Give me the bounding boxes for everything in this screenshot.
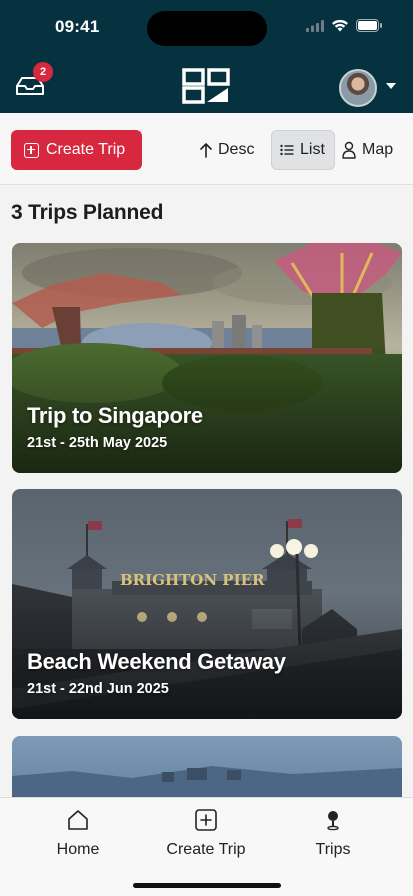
create-trip-button[interactable]: Create Trip — [11, 130, 142, 170]
battery-icon — [356, 19, 382, 32]
nav-home-label: Home — [56, 841, 100, 858]
chevron-down-icon[interactable] — [386, 83, 396, 89]
list-icon — [280, 144, 294, 156]
trip-toolbar: Create Trip Desc List Map — [0, 113, 413, 185]
trip-card[interactable]: Trip to Singapore 21st - 25th May 2025 — [12, 243, 402, 473]
trip-dates: 21st - 22nd Jun 2025 — [27, 681, 169, 697]
trip-card[interactable]: BRIGHTON PIER Beach Weekend Getaway 21st… — [12, 489, 402, 719]
plus-square-icon — [195, 809, 217, 831]
create-trip-label: Create Trip — [46, 141, 126, 158]
trip-dates: 21st - 25th May 2025 — [27, 435, 168, 451]
app-header: 09:41 2 — [0, 0, 413, 113]
wifi-icon — [332, 19, 348, 32]
nav-home[interactable]: Home — [48, 808, 108, 859]
sort-label: Desc — [218, 141, 255, 158]
nav-create-label: Create Trip — [166, 841, 246, 858]
status-time: 09:41 — [55, 17, 100, 36]
notification-badge: 2 — [33, 62, 53, 82]
dynamic-island — [147, 11, 267, 46]
list-label: List — [300, 141, 325, 158]
home-indicator[interactable] — [133, 883, 281, 888]
nav-create-trip[interactable]: Create Trip — [156, 808, 256, 859]
cellular-signal-icon — [306, 19, 324, 32]
user-avatar[interactable] — [339, 69, 377, 107]
list-view-button[interactable]: List — [271, 130, 335, 170]
arrow-up-icon — [200, 143, 212, 158]
trips-count-heading: 3 Trips Planned — [11, 201, 164, 224]
trip-card-info: Beach Weekend Getaway 21st - 22nd Jun 20… — [27, 649, 286, 697]
trip-card-info: Trip to Singapore 21st - 25th May 2025 — [27, 403, 203, 451]
nav-trips[interactable]: Trips — [303, 808, 363, 859]
status-bar: 09:41 — [0, 0, 413, 56]
sort-desc-button[interactable]: Desc — [200, 130, 254, 170]
app-logo — [182, 68, 230, 104]
trip-title: Beach Weekend Getaway — [27, 649, 286, 674]
nav-trips-label: Trips — [315, 841, 351, 858]
map-pin-icon — [327, 811, 339, 831]
map-pin-person-icon — [342, 141, 356, 159]
map-label: Map — [362, 141, 394, 158]
trip-title: Trip to Singapore — [27, 403, 203, 428]
status-icons — [306, 19, 383, 32]
plus-square-icon — [24, 142, 39, 158]
home-icon — [68, 810, 88, 830]
map-view-button[interactable]: Map — [342, 130, 393, 170]
bottom-navigation: Home Create Trip Trips — [0, 797, 413, 896]
